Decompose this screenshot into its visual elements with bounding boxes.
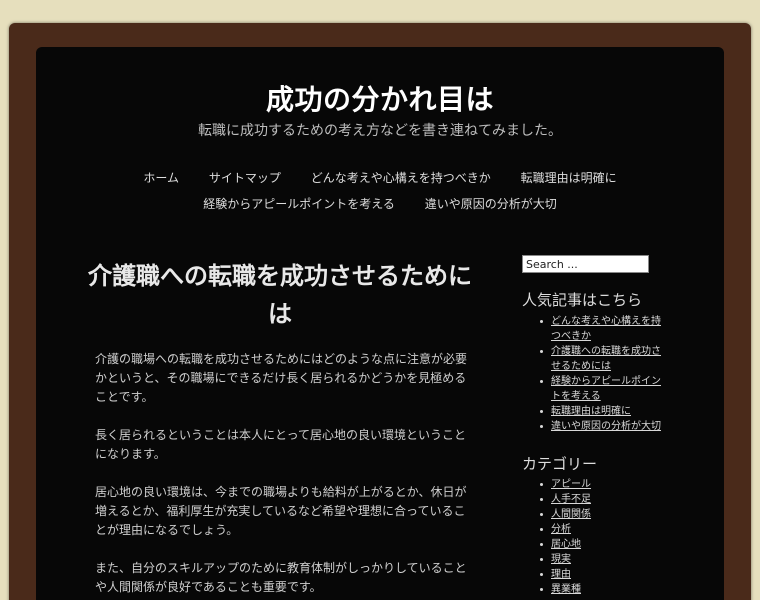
nav-item-analysis[interactable]: 違いや原因の分析が大切 — [425, 195, 557, 212]
post-paragraph: 居心地の良い環境は、今までの職場よりも給料が上がるとか、休日が増えるとか、福利厚… — [95, 485, 467, 537]
list-item: アピール — [538, 477, 668, 492]
popular-post-link[interactable]: 違いや原因の分析が大切 — [551, 421, 661, 432]
popular-post-link[interactable]: どんな考えや心構えを持つべきか — [551, 316, 661, 342]
popular-post-link[interactable]: 転職理由は明確に — [551, 406, 631, 417]
main-nav-row-2: 経験からアピールポイントを考える 違いや原因の分析が大切 — [0, 195, 760, 212]
categories-title: カテゴリー — [522, 455, 598, 473]
category-link[interactable]: 理由 — [551, 569, 571, 580]
list-item: 居心地 — [538, 537, 668, 552]
list-item: 違いや原因の分析が大切 — [538, 419, 668, 434]
popular-post-link[interactable]: 経験からアピールポイントを考える — [551, 376, 661, 402]
list-item: 経験からアピールポイントを考える — [538, 374, 668, 404]
list-item: 分析 — [538, 522, 668, 537]
category-link[interactable]: 現実 — [551, 554, 571, 565]
list-item: 人間関係 — [538, 507, 668, 522]
category-link[interactable]: 居心地 — [551, 539, 581, 550]
category-link[interactable]: 人手不足 — [551, 494, 591, 505]
nav-item-mindset[interactable]: どんな考えや心構えを持つべきか — [311, 169, 491, 186]
search-input[interactable] — [522, 255, 649, 273]
nav-item-reason[interactable]: 転職理由は明確に — [521, 169, 617, 186]
category-link[interactable]: アピール — [551, 479, 591, 490]
popular-post-link[interactable]: 介護職への転職を成功させるためには — [551, 346, 661, 372]
post-paragraph: 長く居られるということは本人にとって居心地の良い環境ということになります。 — [95, 428, 467, 461]
list-item: 介護職への転職を成功させるためには — [538, 344, 668, 374]
popular-posts-list: どんな考えや心構えを持つべきか 介護職への転職を成功させるためには 経験からアピ… — [538, 314, 668, 434]
list-item: 異業種 — [538, 582, 668, 597]
list-item: どんな考えや心構えを持つべきか — [538, 314, 668, 344]
post-body: 介護の職場への転職を成功させるためにはどのような点に注意が必要かというと、その職… — [95, 350, 470, 600]
category-link[interactable]: 異業種 — [551, 584, 581, 595]
main-nav-row-1: ホーム サイトマップ どんな考えや心構えを持つべきか 転職理由は明確に — [0, 169, 760, 186]
site-title[interactable]: 成功の分かれ目は — [0, 78, 760, 118]
post-title: 介護職への転職を成功させるためには — [88, 262, 472, 328]
category-link[interactable]: 人間関係 — [551, 509, 591, 520]
post-paragraph: 介護の職場への転職を成功させるためにはどのような点に注意が必要かというと、その職… — [95, 352, 468, 404]
list-item: 人手不足 — [538, 492, 668, 507]
list-item: 転職理由は明確に — [538, 404, 668, 419]
site-description: 転職に成功するための考え方などを書き連ねてみました。 — [198, 123, 562, 139]
categories-list: アピール 人手不足 人間関係 分析 居心地 現実 理由 異業種 — [538, 477, 668, 597]
nav-item-appeal[interactable]: 経験からアピールポイントを考える — [203, 195, 395, 212]
category-link[interactable]: 分析 — [551, 524, 571, 535]
post-paragraph: また、自分のスキルアップのために教育体制がしっかりしていることや人間関係が良好で… — [95, 561, 467, 594]
nav-item-sitemap[interactable]: サイトマップ — [209, 169, 281, 186]
nav-item-home[interactable]: ホーム — [143, 169, 179, 186]
list-item: 現実 — [538, 552, 668, 567]
list-item: 理由 — [538, 567, 668, 582]
popular-posts-title: 人気記事はこちら — [522, 291, 643, 309]
